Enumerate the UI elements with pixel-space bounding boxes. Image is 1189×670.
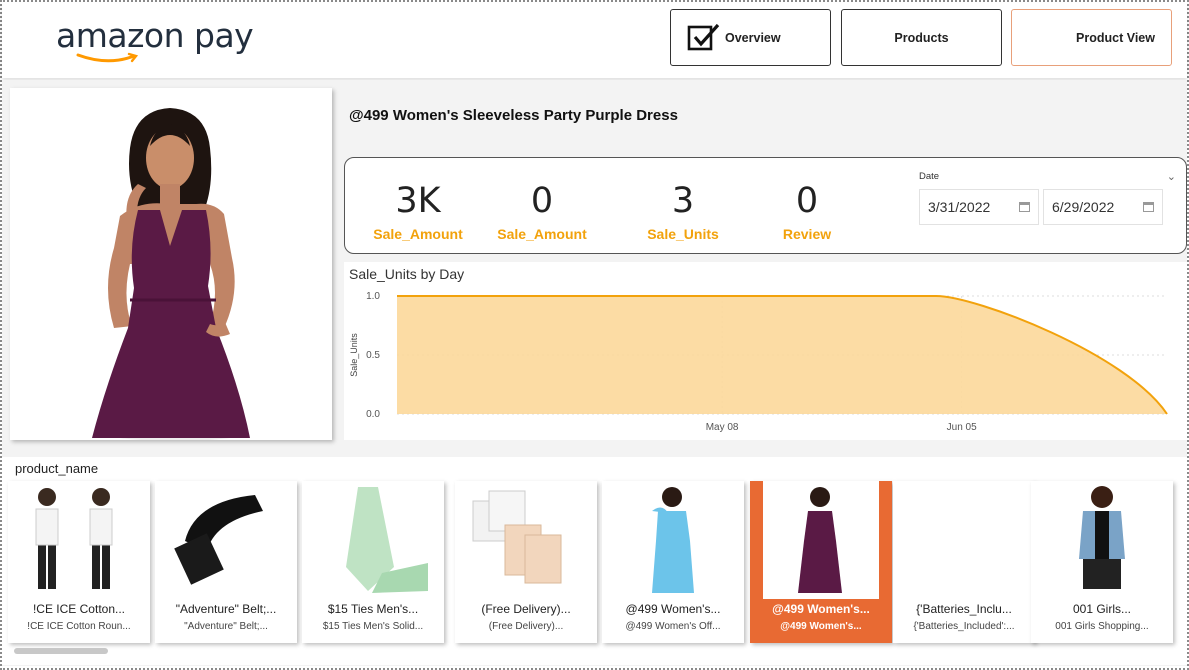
kpi-label: Sale_Amount [497, 226, 587, 242]
kpi-value: 0 [795, 181, 819, 221]
product-tile[interactable]: @499 Women's... @499 Women's... [750, 481, 892, 643]
logo-text: amazon pay [56, 16, 254, 55]
x-tick-label: Jun 05 [947, 422, 977, 433]
kpi-sale-units: 3 Sale_Units [623, 180, 743, 242]
products-label: Products [894, 30, 949, 45]
product-tile[interactable]: !CE ICE Cotton... !CE ICE Cotton Roun... [8, 481, 150, 643]
overview-label: Overview [725, 30, 781, 45]
product-tile-subtitle: !CE ICE Cotton Roun... [27, 621, 131, 632]
product-thumbnail-image [1031, 481, 1173, 599]
series-area [397, 296, 1167, 414]
product-tile[interactable]: 001 Girls... 001 Girls Shopping... [1031, 481, 1173, 643]
kpi-label: Sale_Amount [373, 226, 463, 242]
product-tile[interactable]: "Adventure" Belt;... "Adventure" Belt;... [155, 481, 297, 643]
start-date-input[interactable]: 3/31/2022 [919, 189, 1039, 225]
product-tile[interactable]: $15 Ties Men's... $15 Ties Men's Solid... [302, 481, 444, 643]
kpi-review: 0 Review [747, 180, 867, 242]
product-tile-subtitle: @499 Women's Off... [625, 621, 721, 632]
header-bar: amazon pay Overview Products Product Vie… [2, 2, 1187, 78]
product-tile-name: (Free Delivery)... [481, 602, 571, 616]
product-tile[interactable]: @499 Women's... @499 Women's Off... [602, 481, 744, 643]
kpi-value: 3 [671, 181, 695, 221]
amazon-smile-icon [76, 52, 139, 63]
sale-units-chart: Sale_Units by Day 0.0 0.5 1.0 May 08 Jun 05 S… [344, 262, 1187, 440]
product-tile-subtitle: $15 Ties Men's Solid... [322, 621, 424, 632]
product-tile-subtitle: @499 Women's... [780, 621, 862, 632]
start-date-value: 3/31/2022 [928, 199, 991, 215]
product-tile-name: {'Batteries_Inclu... [916, 602, 1012, 616]
product-thumbnail-image [602, 481, 744, 599]
product-thumbnail-image [763, 481, 879, 599]
product-view-label: Product View [1076, 30, 1155, 45]
product-title: @499 Women's Sleeveless Party Purple Dre… [349, 107, 678, 124]
product-tile-subtitle: {'Batteries_Included':... [913, 621, 1015, 632]
kpi-card: 3K Sale_Amount 0 Sale_Amount 3 Sale_Unit… [344, 157, 1187, 254]
product-tile-subtitle: (Free Delivery)... [488, 621, 564, 632]
product-image [10, 88, 332, 440]
product-thumbnail-image [155, 481, 297, 599]
end-date-value: 6/29/2022 [1052, 199, 1115, 215]
product-tile-name: $15 Ties Men's... [327, 602, 419, 616]
calendar-icon[interactable] [1143, 202, 1154, 212]
product-thumbnail-image [8, 481, 150, 599]
model-in-purple-dress-image [10, 88, 332, 440]
kpi-sale-amount-2: 0 Sale_Amount [482, 180, 602, 242]
calendar-icon[interactable] [1019, 202, 1030, 212]
slicer-title: product_name [15, 461, 99, 476]
y-tick-label: 1.0 [366, 291, 380, 302]
product-tile[interactable]: {'Batteries_Inclu... {'Batteries_Included… [893, 481, 1035, 643]
kpi-value: 0 [530, 181, 554, 221]
product-tile-subtitle: 001 Girls Shopping... [1055, 621, 1149, 632]
product-thumbnail-image [893, 481, 1035, 599]
kpi-sale-amount: 3K Sale_Amount [358, 180, 478, 242]
y-axis-title: Sale_Units [349, 333, 359, 377]
product-tile-name: "Adventure" Belt;... [175, 602, 277, 616]
product-tile-subtitle: "Adventure" Belt;... [184, 621, 268, 632]
checkbox-check-icon [687, 23, 720, 50]
y-tick-label: 0.0 [366, 409, 380, 420]
chart-plot: 0.0 0.5 1.0 May 08 Jun 05 Sale_Units [349, 291, 1168, 433]
end-date-input[interactable]: 6/29/2022 [1043, 189, 1163, 225]
product-thumbnail-image [455, 481, 597, 599]
kpi-value: 3K [395, 181, 441, 221]
products-button[interactable]: Products [841, 9, 1002, 66]
kpi-label: Review [782, 226, 832, 242]
date-slicer-title: Date [919, 171, 940, 182]
product-thumbnail-image [302, 481, 444, 599]
horizontal-scrollbar[interactable] [14, 648, 108, 654]
x-tick-label: May 08 [706, 422, 739, 433]
overview-button[interactable]: Overview [670, 9, 831, 66]
y-tick-label: 0.5 [366, 350, 380, 361]
product-tile[interactable]: (Free Delivery)... (Free Delivery)... [455, 481, 597, 643]
kpi-label: Sale_Units [647, 226, 719, 242]
product-view-button[interactable]: Product View [1011, 9, 1172, 66]
product-tile-name: 001 Girls... [1072, 602, 1132, 616]
product-tile-name: !CE ICE Cotton... [32, 602, 126, 616]
chevron-down-icon[interactable]: ⌄ [1167, 170, 1176, 183]
product-tile-name: @499 Women's... [772, 602, 870, 616]
amazon-pay-logo: amazon pay [56, 16, 254, 63]
product-tile-name: @499 Women's... [625, 602, 721, 616]
